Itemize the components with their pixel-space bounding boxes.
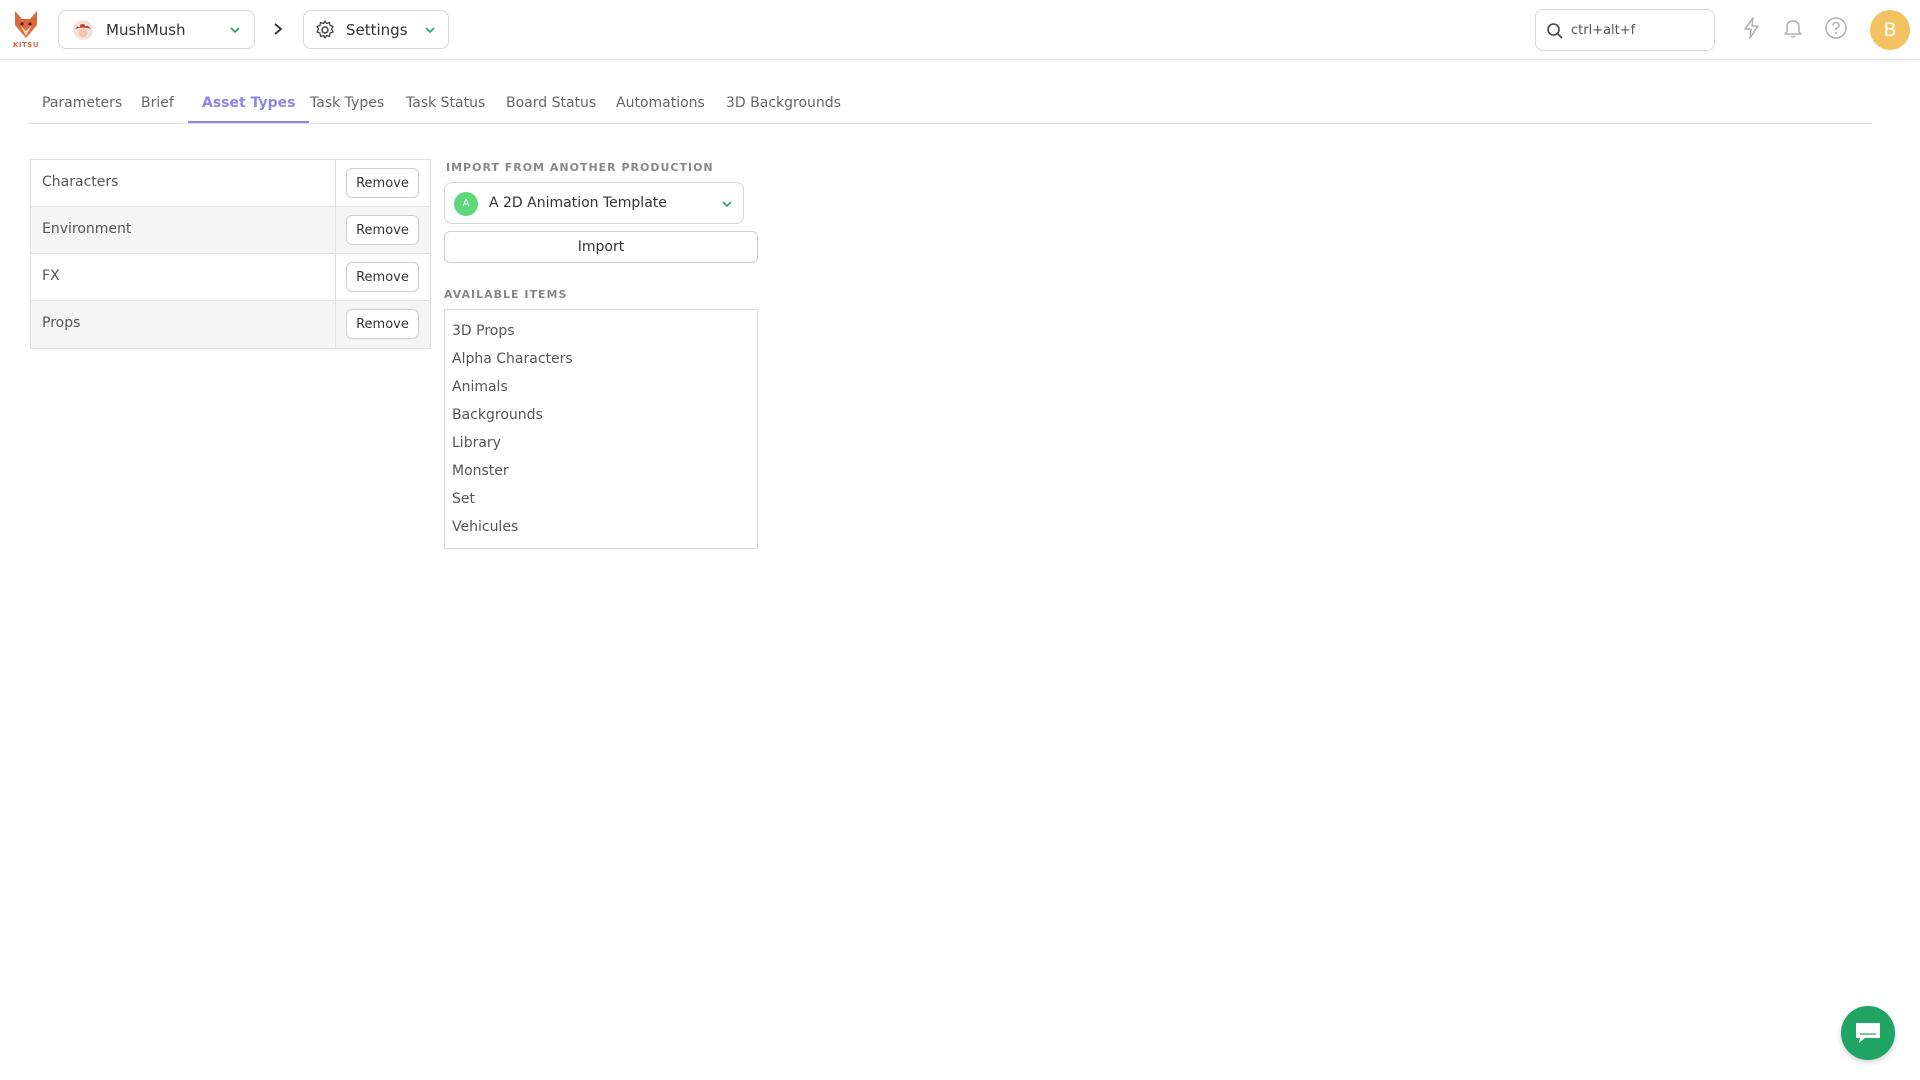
cell-divider xyxy=(335,207,336,254)
production-name: MushMush xyxy=(106,21,186,39)
list-item[interactable]: Alpha Characters xyxy=(445,345,757,373)
production-avatar-icon xyxy=(73,20,93,40)
tab-task-types[interactable]: Task Types xyxy=(296,95,398,121)
list-item[interactable]: Library xyxy=(445,429,757,457)
global-search xyxy=(1535,9,1715,51)
available-items-title: AVAILABLE ITEMS xyxy=(444,288,568,301)
list-item[interactable]: Monster xyxy=(445,457,757,485)
table-row: Props Remove xyxy=(31,301,430,348)
chat-button[interactable] xyxy=(1841,1006,1895,1060)
search-icon xyxy=(1547,23,1563,39)
help-icon[interactable] xyxy=(1824,16,1848,40)
top-bar: KITSU MushMush Settings ctrl+alt+f B xyxy=(0,0,1920,60)
asset-type-name: Props xyxy=(42,315,81,331)
list-item[interactable]: 3D Props xyxy=(445,317,757,345)
remove-button[interactable]: Remove xyxy=(346,215,419,245)
list-item[interactable]: Set xyxy=(445,485,757,513)
fox-logo-icon xyxy=(15,11,37,38)
remove-button[interactable]: Remove xyxy=(346,309,419,339)
section-selector[interactable]: Settings xyxy=(303,10,449,49)
tab-board-status[interactable]: Board Status xyxy=(492,95,610,121)
tab-task-status[interactable]: Task Status xyxy=(392,95,499,121)
tab-asset-types[interactable]: Asset Types xyxy=(188,95,310,123)
tab-automations[interactable]: Automations xyxy=(602,95,719,121)
import-section-title: IMPORT FROM ANOTHER PRODUCTION xyxy=(446,161,714,174)
user-avatar[interactable]: B xyxy=(1870,10,1910,50)
import-production-select[interactable]: A A 2D Animation Template xyxy=(444,182,744,224)
table-row: Environment Remove xyxy=(31,207,430,254)
breadcrumb-arrow-icon xyxy=(274,23,283,35)
settings-tabs: Parameters Brief Asset Types Task Types … xyxy=(28,86,1872,124)
list-item[interactable]: Animals xyxy=(445,373,757,401)
kitsu-logo[interactable]: KITSU xyxy=(11,9,41,53)
production-initial-badge: A xyxy=(454,192,478,216)
lightning-icon[interactable] xyxy=(1740,16,1764,40)
cell-divider xyxy=(335,301,336,348)
available-items-list: 3D Props Alpha Characters Animals Backgr… xyxy=(444,309,758,549)
asset-type-list: Characters Remove Environment Remove FX … xyxy=(30,159,431,349)
import-button[interactable]: Import xyxy=(444,231,758,263)
tab-parameters[interactable]: Parameters xyxy=(28,95,136,121)
asset-type-name: Environment xyxy=(42,221,132,237)
table-row: FX Remove xyxy=(31,254,430,301)
tab-3d-backgrounds[interactable]: 3D Backgrounds xyxy=(712,95,855,121)
import-production-name: A 2D Animation Template xyxy=(489,195,667,211)
remove-button[interactable]: Remove xyxy=(346,262,419,292)
production-selector[interactable]: MushMush xyxy=(58,10,255,49)
chat-icon xyxy=(1856,1023,1880,1043)
chevron-down-icon xyxy=(425,27,435,34)
logo-text: KITSU xyxy=(12,41,40,49)
remove-button[interactable]: Remove xyxy=(346,168,419,198)
cell-divider xyxy=(335,254,336,301)
asset-type-name: Characters xyxy=(42,174,119,190)
tab-brief[interactable]: Brief xyxy=(127,95,188,121)
chevron-down-icon xyxy=(230,27,240,34)
gear-icon xyxy=(316,20,334,39)
search-input[interactable] xyxy=(1571,20,1706,40)
table-row: Characters Remove xyxy=(31,160,430,207)
bell-icon[interactable] xyxy=(1781,16,1805,40)
list-item[interactable]: Vehicules xyxy=(445,513,757,541)
list-item[interactable]: Backgrounds xyxy=(445,401,757,429)
section-name: Settings xyxy=(346,21,408,39)
cell-divider xyxy=(335,160,336,207)
asset-type-name: FX xyxy=(42,268,60,284)
chevron-down-icon xyxy=(722,201,732,208)
